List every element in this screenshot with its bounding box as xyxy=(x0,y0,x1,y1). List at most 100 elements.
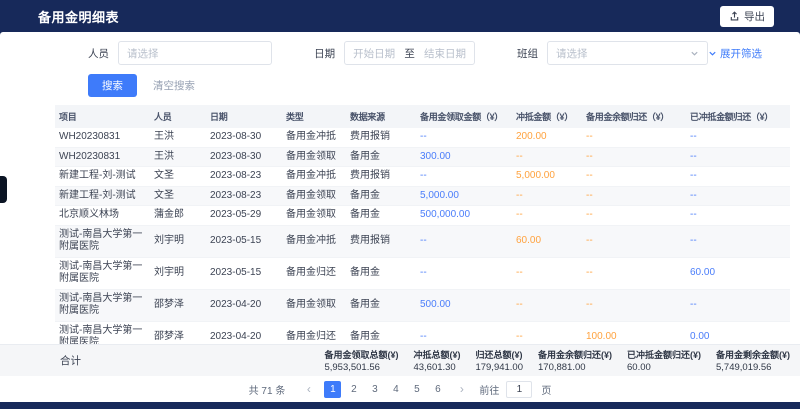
person-select[interactable]: 请选择 xyxy=(118,41,272,65)
prev-page-button[interactable]: ‹ xyxy=(300,381,317,398)
cell-received-amount: -- xyxy=(416,257,512,289)
page-number-button[interactable]: 4 xyxy=(387,381,404,398)
cell-offset-amount: -- xyxy=(512,147,582,167)
summary-stat: 备用金剩余金额(¥) 5,749,019.56 xyxy=(716,348,790,373)
summary-stat-label: 备用金余额归还(¥) xyxy=(538,348,612,361)
goto-page-input[interactable] xyxy=(506,381,532,398)
summary-stat-label: 备用金剩余金额(¥) xyxy=(716,348,790,361)
date-end-placeholder: 结束日期 xyxy=(424,46,466,61)
cell-received-amount: 5,000.00 xyxy=(416,186,512,206)
date-start-placeholder: 开始日期 xyxy=(353,46,395,61)
table-row[interactable]: 北京顺义林场 蒲金郎 2023-05-29 备用金领取 备用金 500,000.… xyxy=(55,206,790,226)
table-container: 项目人员日期类型数据来源备用金领取金额（¥）冲抵金额（¥）备用金余额归还（¥）已… xyxy=(0,105,800,344)
goto-label: 前往 xyxy=(479,382,499,397)
team-filter-label: 班组 xyxy=(517,46,538,61)
table-row[interactable]: 测试-南昌大学第一附属医院 邵梦泽 2023-04-20 备用金领取 备用金 5… xyxy=(55,289,790,321)
table-header-row: 项目人员日期类型数据来源备用金领取金额（¥）冲抵金额（¥）备用金余额归还（¥）已… xyxy=(55,105,790,128)
cell-date: 2023-08-23 xyxy=(206,167,282,187)
clear-search-button[interactable]: 清空搜索 xyxy=(147,74,201,97)
table-row[interactable]: 新建工程-刘-测试 文圣 2023-08-23 备用金领取 备用金 5,000.… xyxy=(55,186,790,206)
cell-type: 备用金领取 xyxy=(282,186,346,206)
cell-received-amount: -- xyxy=(416,128,512,147)
summary-stat-value: 5,953,501.56 xyxy=(324,362,398,373)
cell-received-amount: -- xyxy=(416,225,512,257)
cell-type: 备用金领取 xyxy=(282,289,346,321)
page-title: 备用金明细表 xyxy=(38,7,119,26)
pagination-total: 共 71 条 xyxy=(249,382,286,397)
drawer-handle[interactable] xyxy=(0,176,7,203)
cell-offset-amount: 200.00 xyxy=(512,128,582,147)
cell-project: 北京顺义林场 xyxy=(55,206,150,226)
column-header: 日期 xyxy=(206,105,282,128)
column-header: 备用金余额归还（¥） xyxy=(582,105,686,128)
expand-filters-link[interactable]: 展开筛选 xyxy=(708,46,762,61)
summary-stat-value: 170,881.00 xyxy=(538,362,612,373)
cell-project: 新建工程-刘-测试 xyxy=(55,167,150,187)
next-page-button[interactable]: › xyxy=(453,381,470,398)
cell-offset-returned: 0.00 xyxy=(686,321,790,344)
top-header-bar: 备用金明细表 导出 xyxy=(0,0,800,32)
cell-balance-returned: -- xyxy=(582,147,686,167)
table-row[interactable]: 测试-南昌大学第一附属医院 邵梦泽 2023-04-20 备用金归还 备用金 -… xyxy=(55,321,790,344)
cell-received-amount: 500.00 xyxy=(416,289,512,321)
team-select-placeholder: 请选择 xyxy=(556,46,588,61)
cell-source: 备用金 xyxy=(346,147,416,167)
cell-source: 备用金 xyxy=(346,321,416,344)
table-row[interactable]: 测试-南昌大学第一附属医院 刘宇明 2023-05-15 备用金冲抵 费用报销 … xyxy=(55,225,790,257)
page-number-button[interactable]: 3 xyxy=(366,381,383,398)
cell-date: 2023-08-30 xyxy=(206,128,282,147)
summary-stat-value: 43,601.30 xyxy=(413,362,460,373)
cell-type: 备用金归还 xyxy=(282,321,346,344)
page-number-button[interactable]: 6 xyxy=(429,381,446,398)
cell-person: 文圣 xyxy=(150,167,206,187)
column-header: 类型 xyxy=(282,105,346,128)
summary-stat: 归还总额(¥) 179,941.00 xyxy=(475,348,523,373)
chevron-down-icon xyxy=(708,49,717,58)
export-button-label: 导出 xyxy=(744,9,765,24)
cell-project: 测试-南昌大学第一附属医院 xyxy=(55,321,150,344)
cell-date: 2023-05-15 xyxy=(206,225,282,257)
cell-project: 新建工程-刘-测试 xyxy=(55,186,150,206)
cell-offset-returned: -- xyxy=(686,167,790,187)
cell-source: 费用报销 xyxy=(346,167,416,187)
cell-received-amount: -- xyxy=(416,321,512,344)
cell-balance-returned: -- xyxy=(582,186,686,206)
content-card: 人员 请选择 日期 开始日期 至 结束日期 班组 请选择 展开筛选 搜索 清空搜… xyxy=(0,32,800,402)
cell-person: 邵梦泽 xyxy=(150,289,206,321)
cell-balance-returned: -- xyxy=(582,257,686,289)
cell-project: 测试-南昌大学第一附属医院 xyxy=(55,257,150,289)
cell-date: 2023-05-29 xyxy=(206,206,282,226)
summary-row: 合计 备用金领取总额(¥) 5,953,501.56 冲抵总额(¥) 43,60… xyxy=(0,344,800,376)
table-row[interactable]: WH20230831 王洪 2023-08-30 备用金冲抵 费用报销 -- 2… xyxy=(55,128,790,147)
chevron-down-icon xyxy=(690,49,699,58)
column-header: 已冲抵金额归还（¥） xyxy=(686,105,790,128)
cell-offset-amount: -- xyxy=(512,321,582,344)
cell-received-amount: 500,000.00 xyxy=(416,206,512,226)
column-header: 人员 xyxy=(150,105,206,128)
date-range-picker[interactable]: 开始日期 至 结束日期 xyxy=(344,41,475,65)
cell-received-amount: 300.00 xyxy=(416,147,512,167)
summary-stat-value: 179,941.00 xyxy=(475,362,523,373)
cell-date: 2023-04-20 xyxy=(206,321,282,344)
table-row[interactable]: WH20230831 王洪 2023-08-30 备用金领取 备用金 300.0… xyxy=(55,147,790,167)
cell-offset-amount: -- xyxy=(512,206,582,226)
search-button[interactable]: 搜索 xyxy=(88,74,137,97)
summary-stat-value: 5,749,019.56 xyxy=(716,362,790,373)
table-row[interactable]: 新建工程-刘-测试 文圣 2023-08-23 备用金冲抵 费用报销 -- 5,… xyxy=(55,167,790,187)
page-number-button[interactable]: 1 xyxy=(324,381,341,398)
table-body: WH20230831 王洪 2023-08-30 备用金冲抵 费用报销 -- 2… xyxy=(55,128,790,344)
export-button[interactable]: 导出 xyxy=(720,6,774,27)
page-number-button[interactable]: 2 xyxy=(345,381,362,398)
cell-person: 王洪 xyxy=(150,128,206,147)
cell-type: 备用金领取 xyxy=(282,206,346,226)
cell-source: 费用报销 xyxy=(346,225,416,257)
column-header: 冲抵金额（¥） xyxy=(512,105,582,128)
table-row[interactable]: 测试-南昌大学第一附属医院 刘宇明 2023-05-15 备用金归还 备用金 -… xyxy=(55,257,790,289)
column-header: 项目 xyxy=(55,105,150,128)
cell-balance-returned: -- xyxy=(582,289,686,321)
page-number-button[interactable]: 5 xyxy=(408,381,425,398)
cell-person: 刘宇明 xyxy=(150,257,206,289)
person-select-placeholder: 请选择 xyxy=(127,46,159,61)
team-select[interactable]: 请选择 xyxy=(547,41,708,65)
cell-date: 2023-08-30 xyxy=(206,147,282,167)
